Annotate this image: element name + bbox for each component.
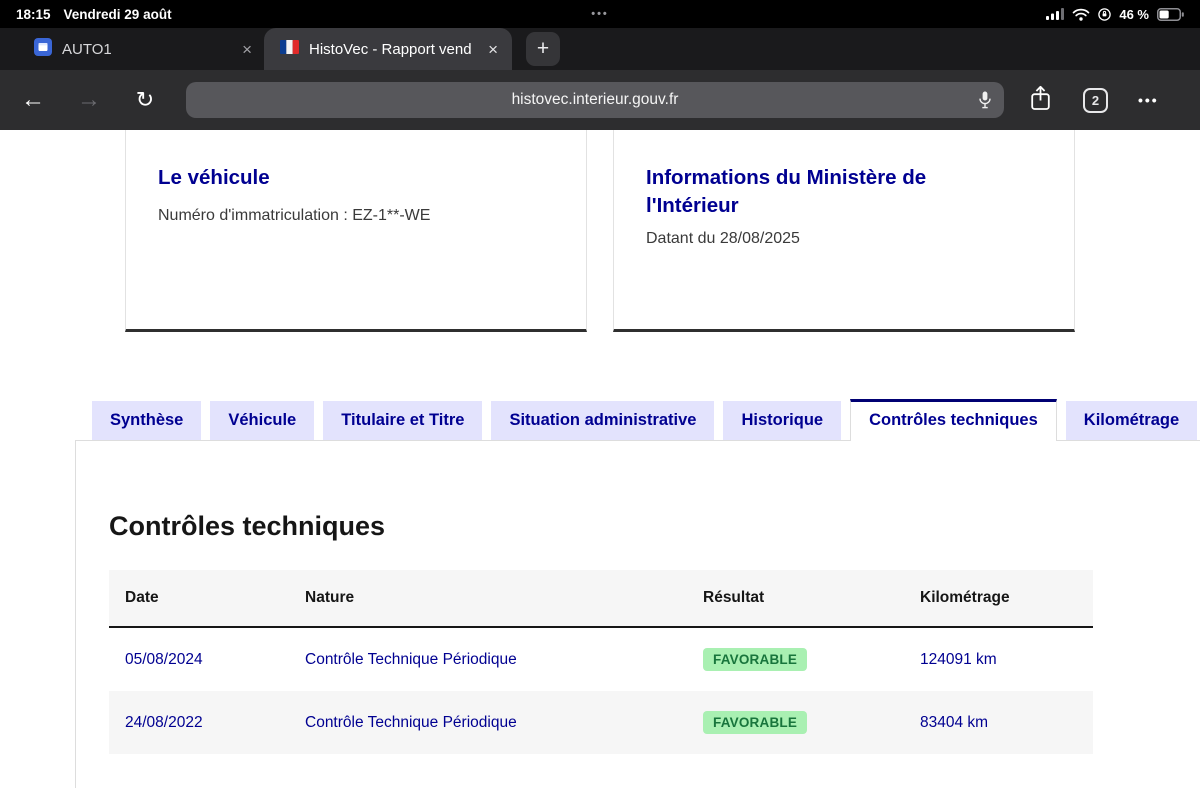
status-badge: FAVORABLE xyxy=(703,648,807,671)
url-text: histovec.interieur.gouv.fr xyxy=(512,91,679,109)
vehicle-registration: Numéro d'immatriculation : EZ-1**-WE xyxy=(158,207,546,225)
browser-tab-strip: AUTO1 × HistoVec - Rapport vend × + xyxy=(0,28,1200,70)
report-tab-bar: Synthèse Véhicule Titulaire et Titre Sit… xyxy=(0,399,1200,440)
tab-titulaire-et-titre[interactable]: Titulaire et Titre xyxy=(323,401,482,440)
microphone-icon[interactable] xyxy=(979,91,991,114)
ministry-card: Informations du Ministère de l'Intérieur… xyxy=(613,130,1075,332)
status-badge: FAVORABLE xyxy=(703,711,807,734)
new-tab-button[interactable]: + xyxy=(526,32,560,66)
report-date: Datant du 28/08/2025 xyxy=(646,230,1034,248)
browser-tab-title: HistoVec - Rapport vend xyxy=(309,41,478,58)
tab-switcher-button[interactable]: 2 xyxy=(1083,88,1108,113)
browser-tab-histovec[interactable]: HistoVec - Rapport vend × xyxy=(264,28,512,70)
tab-situation-administrative[interactable]: Situation administrative xyxy=(491,401,714,440)
forward-button[interactable]: → xyxy=(74,86,104,114)
vehicle-card: Le véhicule Numéro d'immatriculation : E… xyxy=(125,130,587,332)
col-header-kilometrage: Kilométrage xyxy=(904,570,1093,627)
overflow-menu-button[interactable]: ••• xyxy=(1138,92,1159,108)
tab-vehicule[interactable]: Véhicule xyxy=(210,401,314,440)
col-header-resultat: Résultat xyxy=(687,570,904,627)
summary-cards: Le véhicule Numéro d'immatriculation : E… xyxy=(0,130,1200,332)
tab-synthese[interactable]: Synthèse xyxy=(92,401,201,440)
multitask-dots-icon: ••• xyxy=(0,8,1200,20)
close-tab-icon[interactable]: × xyxy=(242,41,252,58)
ministry-card-title: Informations du Ministère de l'Intérieur xyxy=(646,164,968,219)
inspections-table: Date Nature Résultat Kilométrage 05/08/2… xyxy=(109,570,1093,754)
cell-nature: Contrôle Technique Périodique xyxy=(289,691,687,754)
panel-heading: Contrôles techniques xyxy=(109,511,1200,542)
vehicle-card-title: Le véhicule xyxy=(158,164,546,192)
table-header-row: Date Nature Résultat Kilométrage xyxy=(109,570,1093,627)
tab-controles-techniques[interactable]: Contrôles techniques xyxy=(850,399,1057,441)
cell-date: 05/08/2024 xyxy=(109,627,289,691)
browser-tab-title: AUTO1 xyxy=(62,41,232,58)
cell-date: 24/08/2022 xyxy=(109,691,289,754)
tab-kilometrage[interactable]: Kilométrage xyxy=(1066,401,1197,440)
back-button[interactable]: ← xyxy=(18,86,48,114)
cell-kilometrage: 83404 km xyxy=(904,691,1093,754)
browser-tab-auto1[interactable]: AUTO1 × xyxy=(12,28,264,70)
close-tab-icon[interactable]: × xyxy=(488,41,498,58)
table-row: 05/08/2024 Contrôle Technique Périodique… xyxy=(109,627,1093,691)
col-header-date: Date xyxy=(109,570,289,627)
cell-nature: Contrôle Technique Périodique xyxy=(289,627,687,691)
table-row: 24/08/2022 Contrôle Technique Périodique… xyxy=(109,691,1093,754)
histovec-favicon-icon xyxy=(280,40,299,58)
share-button[interactable] xyxy=(1030,85,1051,116)
controles-techniques-panel: Contrôles techniques Date Nature Résulta… xyxy=(75,440,1200,788)
address-bar[interactable]: histovec.interieur.gouv.fr xyxy=(186,82,1004,118)
tab-historique[interactable]: Historique xyxy=(723,401,841,440)
col-header-nature: Nature xyxy=(289,570,687,627)
auto1-favicon-icon xyxy=(34,38,52,60)
reload-button[interactable]: ↻ xyxy=(130,87,160,113)
cell-kilometrage: 124091 km xyxy=(904,627,1093,691)
status-bar: 18:15 Vendredi 29 août ••• xyxy=(0,0,1200,28)
browser-toolbar: ← → ↻ histovec.interieur.gouv.fr 2 ••• xyxy=(0,70,1200,130)
